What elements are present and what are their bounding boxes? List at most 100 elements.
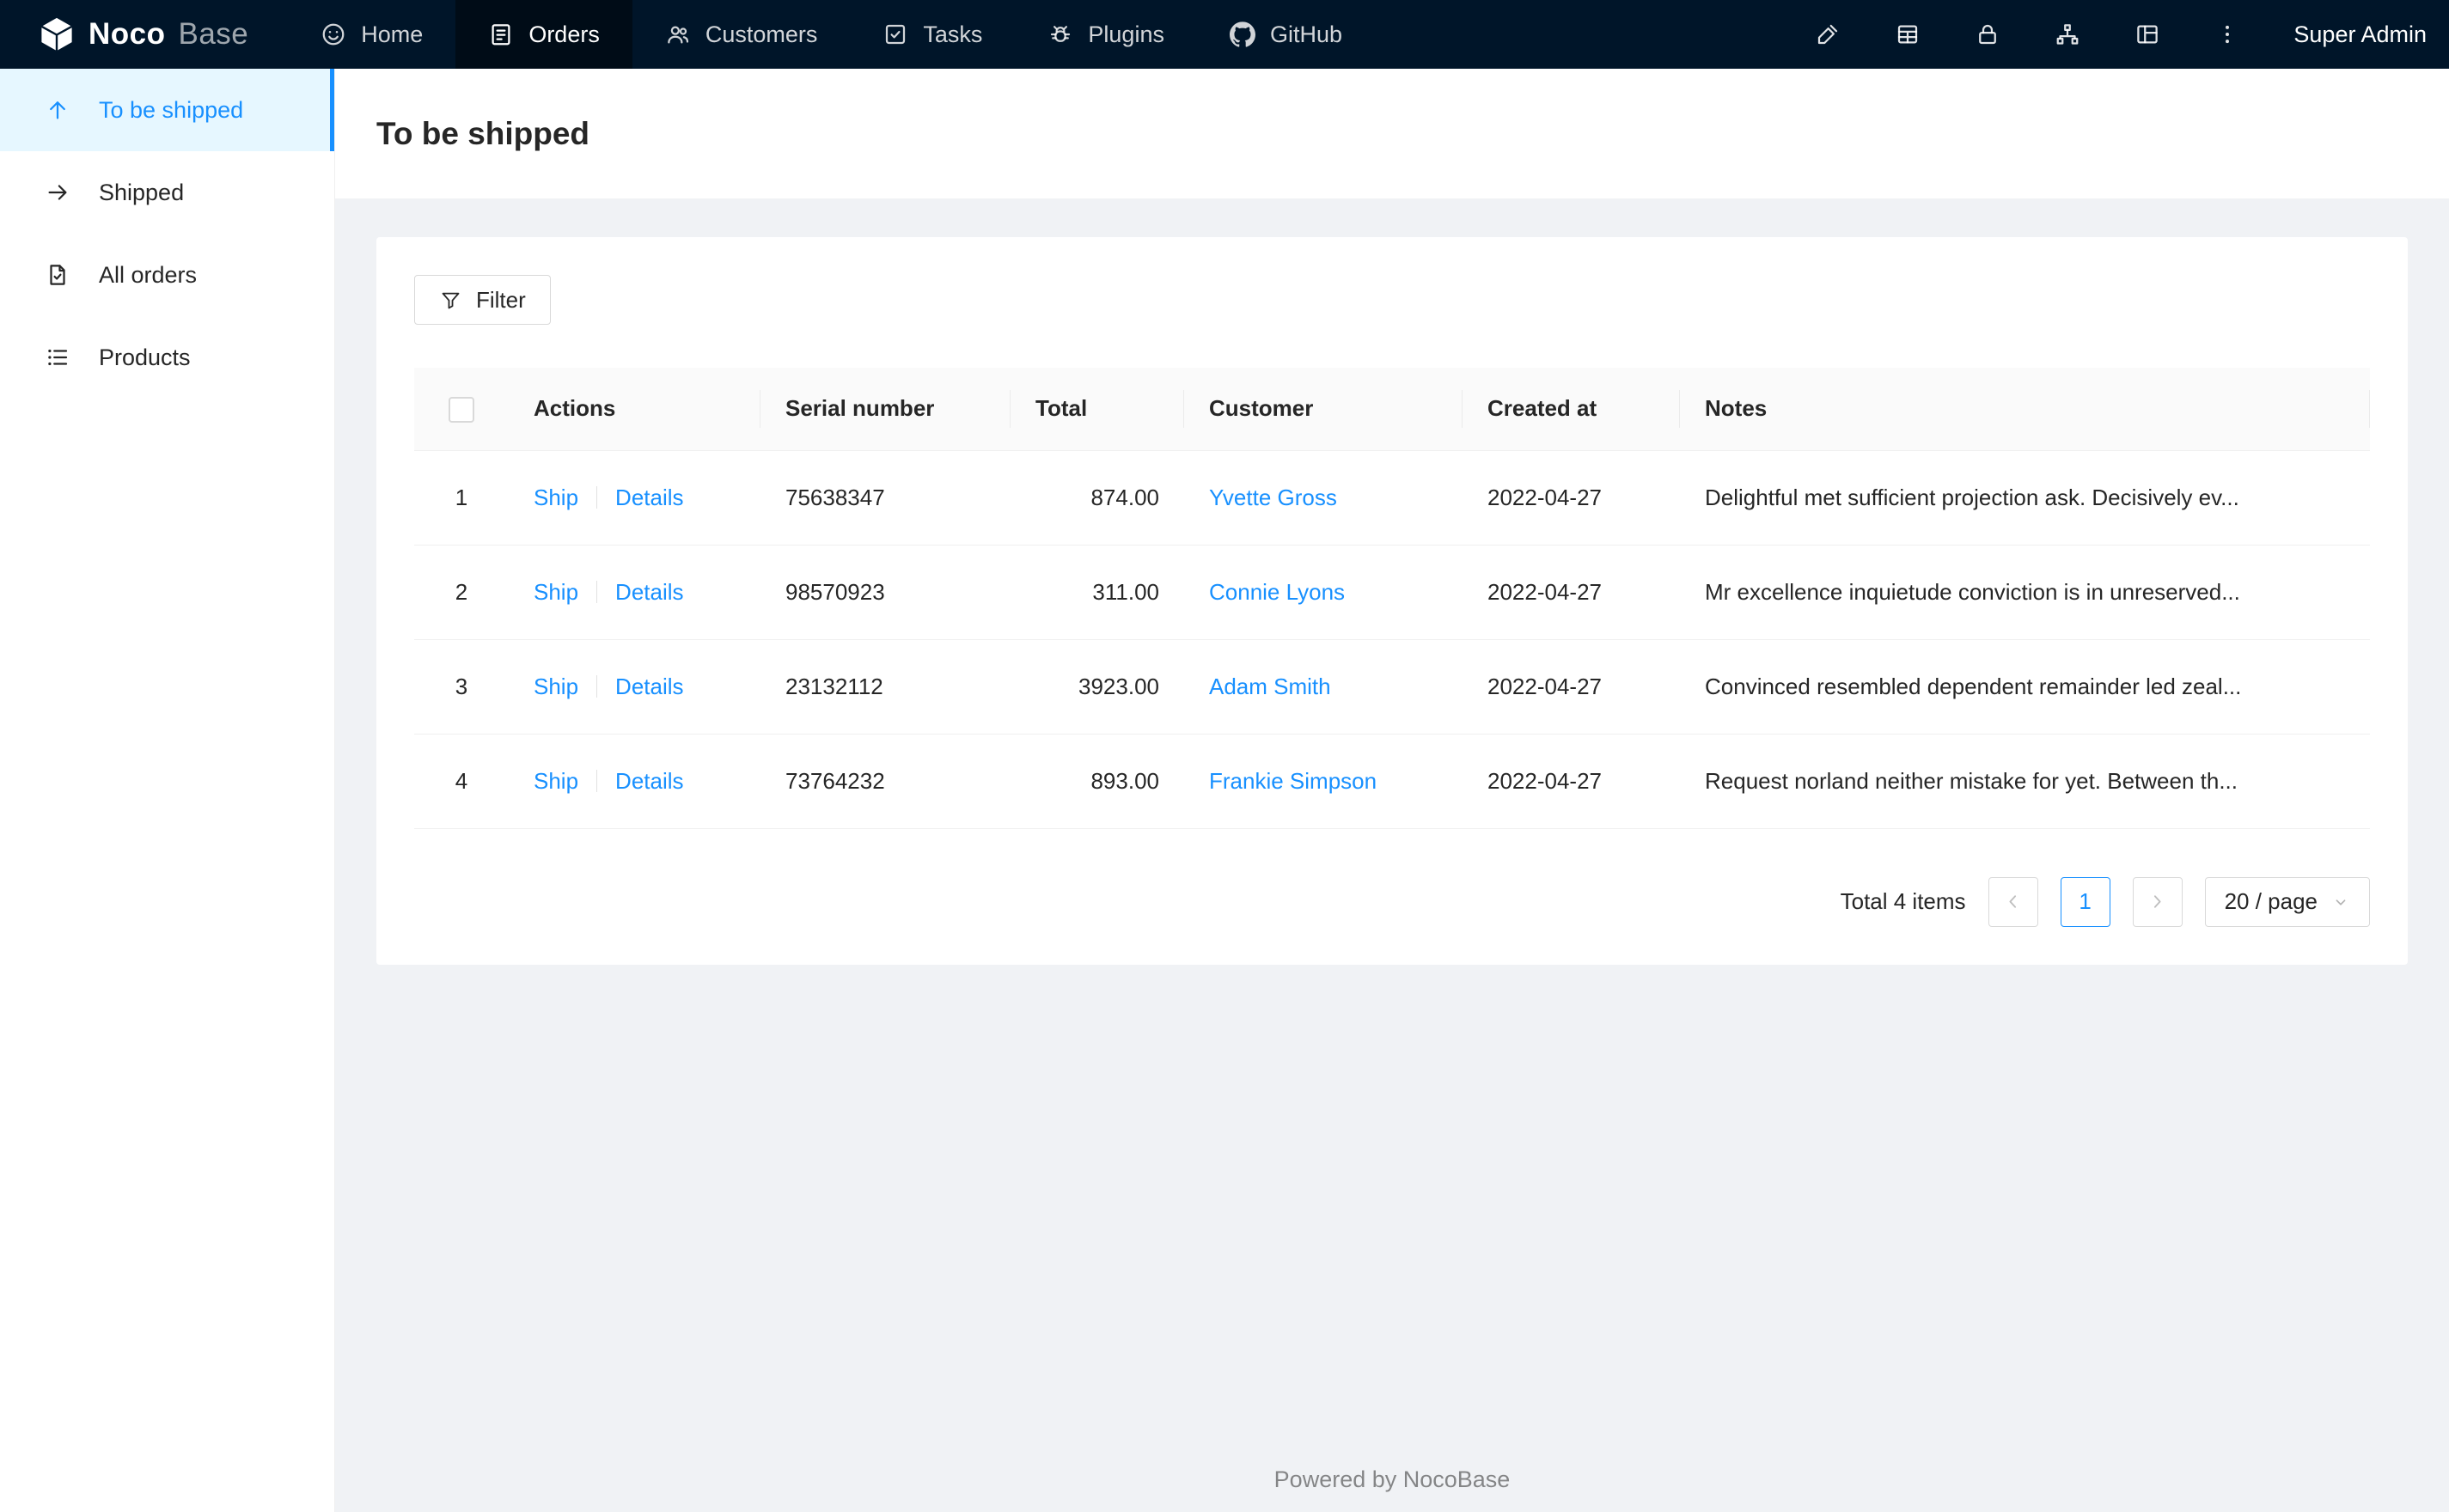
ui-editor-button[interactable] <box>1814 21 1841 48</box>
content-area: Filter Actions Serial number Total Custo… <box>335 198 2449 1512</box>
sidebar: To be shipped Shipped All orders Product… <box>0 69 335 1512</box>
table-row: 1 Ship Details 75638347 874.00 Yvette Gro… <box>414 450 2370 546</box>
row-index: 4 <box>414 734 509 829</box>
nav-item-github[interactable]: GitHub <box>1197 0 1375 69</box>
access-control-button[interactable] <box>1974 21 2000 48</box>
sidebar-item-label: All orders <box>99 261 198 288</box>
sidebar-item-all-orders[interactable]: All orders <box>0 234 334 316</box>
sidebar-item-label: Shipped <box>99 179 185 205</box>
nocobase-logo-icon <box>40 17 73 52</box>
filter-button[interactable]: Filter <box>414 275 551 325</box>
row-index: 1 <box>414 450 509 546</box>
column-header-created: Created at <box>1463 368 1680 451</box>
customers-icon <box>668 26 688 44</box>
filter-button-label: Filter <box>476 286 526 313</box>
table-header-row: Actions Serial number Total Customer Cre… <box>414 368 2370 451</box>
ship-link[interactable]: Ship <box>534 674 578 700</box>
ship-link[interactable]: Ship <box>534 485 578 511</box>
created-cell: 2022-04-27 <box>1463 545 1680 640</box>
created-cell: 2022-04-27 <box>1463 734 1680 829</box>
top-navbar: Noco Base Home Orders Customers Tasks Plu… <box>0 0 2449 69</box>
orders-icon <box>492 24 510 46</box>
bullet-list-icon <box>48 349 68 366</box>
file-check-icon <box>50 265 65 285</box>
nav-item-plugins[interactable]: Plugins <box>1015 0 1197 69</box>
table-row: 4 Ship Details 73764232 893.00 Frankie Si… <box>414 734 2370 829</box>
select-all-checkbox[interactable] <box>449 396 474 423</box>
pagination-next-button[interactable] <box>2132 876 2183 927</box>
pagination: Total 4 items 1 20 / page <box>414 876 2370 927</box>
ship-link[interactable]: Ship <box>534 768 578 795</box>
arrow-up-icon <box>50 101 65 119</box>
column-header-customer: Customer <box>1184 368 1463 451</box>
table-card: Filter Actions Serial number Total Custo… <box>376 237 2408 965</box>
nav-item-label: GitHub <box>1269 21 1343 47</box>
customer-link[interactable]: Yvette Gross <box>1209 485 1337 510</box>
total-cell: 311.00 <box>1011 545 1184 640</box>
page-title: To be shipped <box>376 115 590 151</box>
sidebar-item-shipped[interactable]: Shipped <box>0 151 334 234</box>
created-cell: 2022-04-27 <box>1463 639 1680 735</box>
layout-panel-icon <box>2137 25 2158 44</box>
total-cell: 893.00 <box>1011 734 1184 829</box>
row-index: 2 <box>414 545 509 640</box>
nav-item-orders[interactable]: Orders <box>455 0 632 69</box>
customer-link[interactable]: Frankie Simpson <box>1209 768 1377 794</box>
serial-cell: 23132112 <box>760 639 1011 735</box>
page-size-value: 20 / page <box>2224 888 2318 914</box>
powered-by-footer: Powered by NocoBase <box>1273 1466 1511 1492</box>
more-menu-button[interactable] <box>2214 21 2240 48</box>
sidebar-item-products[interactable]: Products <box>0 316 334 399</box>
sidebar-item-label: Products <box>99 344 191 370</box>
page-size-select[interactable]: 20 / page <box>2204 876 2370 927</box>
user-menu[interactable]: Super Admin <box>2293 21 2427 48</box>
main-area: To be shipped Filter Actions Serial numb… <box>335 69 2449 1512</box>
customer-link[interactable]: Adam Smith <box>1209 674 1331 699</box>
sidebar-item-to-be-shipped[interactable]: To be shipped <box>0 69 334 151</box>
row-index: 3 <box>414 639 509 735</box>
logo-text-base: Base <box>178 17 249 51</box>
nav-item-customers[interactable]: Customers <box>632 0 851 69</box>
nav-item-home[interactable]: Home <box>288 0 455 69</box>
serial-cell: 73764232 <box>760 734 1011 829</box>
nav-item-label: Tasks <box>923 21 983 47</box>
pagination-page-1[interactable]: 1 <box>2060 876 2110 927</box>
collections-button[interactable] <box>1894 21 1921 48</box>
home-icon <box>322 23 345 46</box>
details-link[interactable]: Details <box>615 579 683 606</box>
chevron-right-icon <box>2154 895 2161 908</box>
nav-item-label: Home <box>361 21 424 47</box>
nav-item-tasks[interactable]: Tasks <box>850 0 1015 69</box>
table-row: 3 Ship Details 23132112 3923.00 Adam Smit… <box>414 639 2370 735</box>
created-cell: 2022-04-27 <box>1463 450 1680 546</box>
action-divider <box>596 675 598 698</box>
notes-cell: Request norland neither mistake for yet.… <box>1680 734 2370 829</box>
logo[interactable]: Noco Base <box>0 0 288 69</box>
nav-item-label: Orders <box>528 21 600 47</box>
details-link[interactable]: Details <box>615 674 683 700</box>
pagination-total: Total 4 items <box>1840 888 1966 914</box>
total-cell: 874.00 <box>1011 450 1184 546</box>
notes-cell: Delightful met sufficient projection ask… <box>1680 450 2370 546</box>
column-header-notes: Notes <box>1680 368 2370 451</box>
workflow-button[interactable] <box>2054 21 2080 48</box>
layout-button[interactable] <box>2134 21 2160 48</box>
logo-text-noco: Noco <box>89 17 166 51</box>
ship-link[interactable]: Ship <box>534 579 578 606</box>
ellipsis-vertical-icon <box>2225 25 2229 44</box>
app-root: Noco Base Home Orders Customers Tasks Plu… <box>0 0 2449 1512</box>
details-link[interactable]: Details <box>615 485 683 511</box>
github-icon <box>1229 21 1255 47</box>
tasks-icon <box>886 24 906 45</box>
total-cell: 3923.00 <box>1011 639 1184 735</box>
pagination-prev-button[interactable] <box>1988 876 2038 927</box>
customer-link[interactable]: Connie Lyons <box>1209 579 1345 605</box>
column-header-serial: Serial number <box>760 368 1011 451</box>
table-row: 2 Ship Details 98570923 311.00 Connie Lyo… <box>414 545 2370 640</box>
page-header: To be shipped <box>335 69 2449 198</box>
details-link[interactable]: Details <box>615 768 683 795</box>
arrow-right-icon <box>48 185 67 200</box>
notes-cell: Mr excellence inquietude conviction is i… <box>1680 545 2370 640</box>
lock-icon <box>1979 24 1996 45</box>
org-chart-icon <box>2056 24 2079 45</box>
